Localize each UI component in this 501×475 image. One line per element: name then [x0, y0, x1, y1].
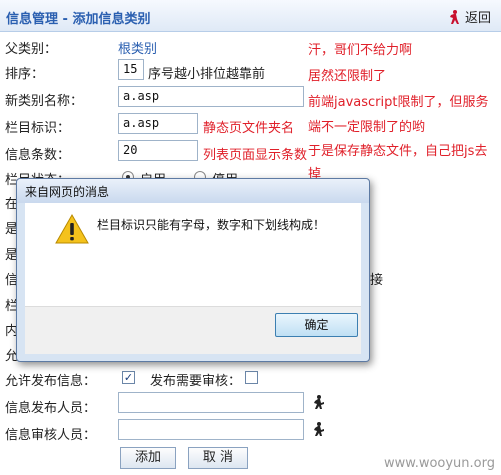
- watermark: www.wooyun.org: [383, 456, 495, 471]
- parent-value: 根类别: [118, 42, 158, 57]
- return-label: 返回: [464, 11, 491, 26]
- page-header: 信息管理 - 添加信息类别 返回: [0, 0, 501, 32]
- annotation-line-3: 前端javascript限制了，但服务: [308, 95, 489, 110]
- cancel-button[interactable]: 取 消: [188, 447, 248, 469]
- allow-publish-label: 允许发布信息：: [5, 374, 97, 389]
- reviewer-label: 信息审核人员：: [5, 428, 97, 443]
- select-user-icon[interactable]: [312, 421, 326, 437]
- annotation-line-4: 端不一定限制了的哟: [308, 120, 426, 135]
- name-label: 新类别名称：: [5, 94, 84, 109]
- annotation-line-2: 居然还限制了: [308, 69, 387, 84]
- page-title: 信息管理 - 添加信息类别: [6, 12, 151, 27]
- publisher-label: 信息发布人员：: [5, 401, 97, 416]
- annotation-line-5: 于是保存静态文件，自己把js去: [308, 144, 488, 159]
- annotation-line-1: 汗，哥们不给力啊: [308, 43, 413, 58]
- need-review-label: 发布需要审核：: [150, 374, 242, 389]
- column-id-hint: 静态页文件夹名: [203, 121, 295, 136]
- dialog-message: 栏目标识只能有字母，数字和下划线构成！: [97, 218, 326, 232]
- ok-button[interactable]: 确定: [275, 313, 358, 337]
- count-label: 信息条数：: [5, 148, 71, 163]
- alert-dialog: 来自网页的消息 栏目标识只能有字母，数字和下划线构成！ 确定: [16, 178, 370, 362]
- dialog-titlebar[interactable]: 来自网页的消息: [17, 179, 369, 203]
- need-review-checkbox[interactable]: [245, 371, 258, 384]
- allow-publish-checkbox[interactable]: ✓: [122, 371, 135, 384]
- column-id-input[interactable]: a.asp: [118, 113, 198, 134]
- order-label: 排序：: [5, 67, 45, 82]
- add-button[interactable]: 添加: [120, 447, 176, 469]
- return-link[interactable]: 返回: [447, 7, 491, 26]
- parent-label: 父类别：: [5, 42, 58, 57]
- dialog-title: 来自网页的消息: [25, 185, 110, 199]
- name-input[interactable]: a.asp: [118, 86, 304, 107]
- column-id-label: 栏目标识：: [5, 121, 71, 136]
- count-hint: 列表页面显示条数: [203, 148, 308, 163]
- reviewer-input[interactable]: [118, 419, 304, 440]
- select-user-icon[interactable]: [312, 394, 326, 410]
- count-input[interactable]: 20: [118, 140, 198, 161]
- hidden-right-text: 接: [370, 273, 384, 288]
- order-hint: 序号越小排位越靠前: [148, 67, 266, 82]
- order-input[interactable]: 15: [118, 59, 144, 80]
- publisher-input[interactable]: [118, 392, 304, 413]
- return-icon: [449, 10, 459, 24]
- warning-icon: [55, 213, 89, 244]
